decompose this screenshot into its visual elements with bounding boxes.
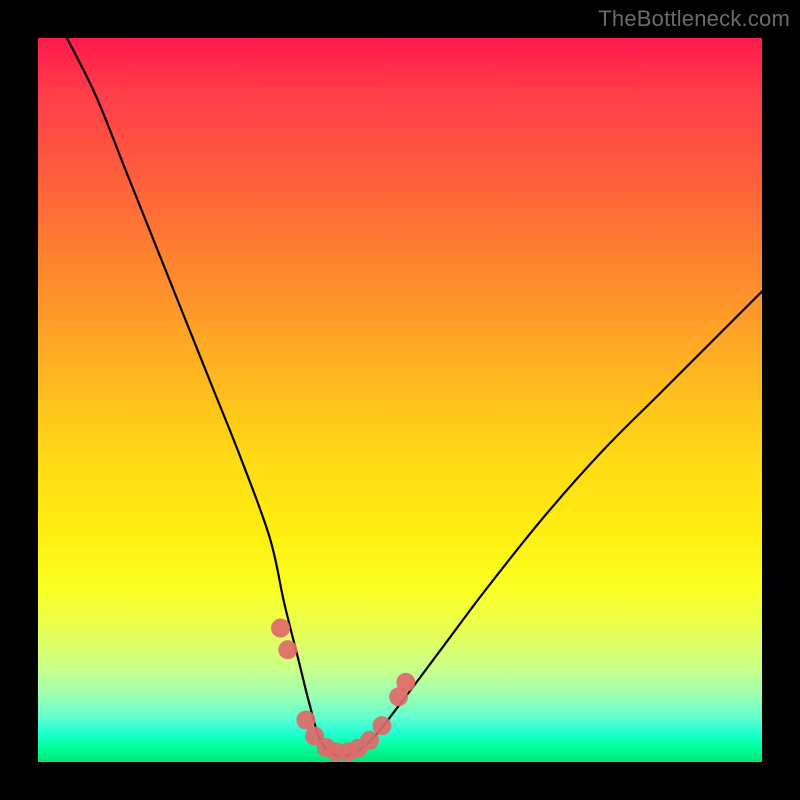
bottleneck-curve [67,38,762,757]
marker-dot [296,711,315,730]
chart-frame: TheBottleneck.com [0,0,800,800]
marker-dot [271,619,290,638]
watermark-text: TheBottleneck.com [598,6,790,32]
marker-dot [360,731,379,750]
plot-area [38,38,762,762]
bottleneck-curve-path [67,38,762,757]
marker-dot [278,640,297,659]
chart-svg [38,38,762,762]
marker-dot [396,673,415,692]
marker-dot [372,716,391,735]
